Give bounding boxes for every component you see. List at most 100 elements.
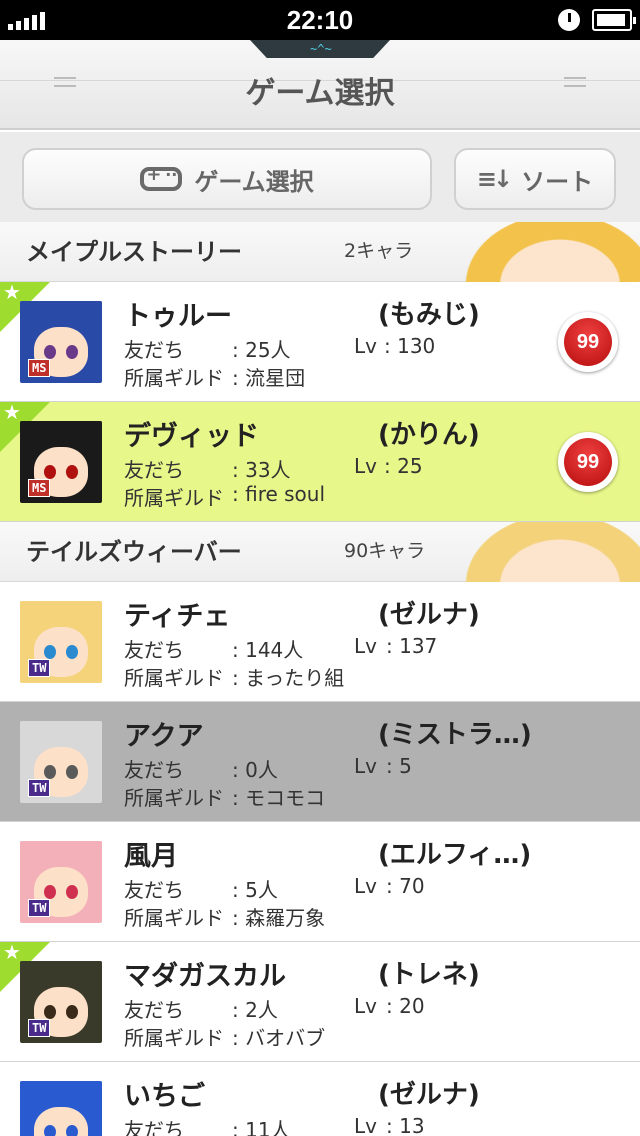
friends-label: 友だち	[124, 338, 184, 362]
guild-label: 所属ギルド	[124, 906, 224, 930]
character-avatar: TW	[20, 601, 102, 683]
character-avatar: MS	[20, 301, 102, 383]
character-row[interactable]: TW ティチェ (ゼルナ) 友だち : 144人 Lv : 137 所属ギルド : まったり組	[0, 582, 640, 702]
friends-value: : 2人	[232, 998, 278, 1022]
level-label: Lv	[354, 334, 377, 358]
sort-icon: ≡↓	[476, 165, 513, 193]
level-value: : 137	[386, 634, 438, 658]
character-row[interactable]: TW 風月 (エルフィ…) 友だち: 5人 Lv: 70 所属ギルド: 森羅万象	[0, 822, 640, 942]
gamepad-icon	[140, 164, 183, 191]
game-badge: TW	[28, 899, 51, 917]
character-avatar: MS	[20, 421, 102, 503]
level-label: Lv	[354, 994, 377, 1018]
character-row[interactable]: TWいちご(ゼルナ)友だち: 11人Lv: 13所属ギルド	[0, 1062, 640, 1136]
game-badge: TW	[28, 659, 51, 677]
section-count: 2キャラ	[344, 240, 414, 262]
guild-value: : モコモコ	[232, 786, 326, 810]
level-label: Lv	[354, 454, 377, 478]
character-row[interactable]: ★ MS デヴィッド (かりん) 友だち: 33人 Lv: 25 所属ギルド: fire s…	[0, 402, 640, 522]
character-name: アクア	[124, 721, 204, 752]
character-name: ティチェ	[124, 601, 231, 632]
level-label: Lv	[354, 874, 377, 898]
guild-value: : 流星団	[232, 366, 306, 390]
guild-value: : 森羅万象	[232, 906, 326, 930]
character-avatar: TW	[20, 841, 102, 923]
level-label: Lv	[354, 634, 377, 658]
character-avatar: TW	[20, 961, 102, 1043]
character-server: (ミストラ…)	[378, 720, 532, 750]
guild-label: 所属ギルド	[124, 486, 224, 510]
section-title: テイルズウィーバー	[26, 538, 242, 566]
character-server: (ゼルナ)	[378, 1080, 480, 1110]
friends-value: : 5人	[232, 878, 278, 902]
level-value: : 5	[386, 754, 412, 778]
guild-label: 所属ギルド	[124, 666, 224, 690]
guild-label: 所属ギルド	[124, 786, 224, 810]
clock-icon	[558, 9, 580, 31]
friends-value: : 144人	[232, 638, 304, 662]
game-badge: MS	[28, 479, 51, 497]
character-server: (かりん)	[378, 420, 480, 450]
character-row[interactable]: ★ TW マダガスカル (トレネ) 友だち: 2人 Lv: 20 所属ギルド: バオバブ	[0, 942, 640, 1062]
friends-value: : 11人	[232, 1118, 291, 1136]
character-row[interactable]: TW アクア (ミストラ…) 友だち : 0人 Lv : 5 所属ギルド : モコモコ	[0, 702, 640, 822]
character-name: トゥルー	[124, 301, 232, 332]
section-character-art	[450, 522, 640, 582]
character-server: (エルフィ…)	[378, 840, 532, 870]
level-label: Lv	[354, 1114, 377, 1136]
level-value: : 25	[384, 454, 423, 478]
notification-badge[interactable]: 99	[558, 312, 618, 372]
nav-header: ~^~ ゲーム選択	[0, 40, 640, 130]
guild-value: : fire soul	[232, 482, 326, 506]
pulse-icon: ~^~	[310, 42, 332, 56]
friends-value: : 25人	[232, 338, 291, 362]
level-label: Lv	[354, 754, 377, 778]
level-value: : 20	[386, 994, 425, 1018]
friends-label: 友だち	[124, 1118, 184, 1136]
friends-label: 友だち	[124, 878, 184, 902]
friends-value: : 0人	[232, 758, 278, 782]
section-count: 90キャラ	[344, 540, 426, 562]
guild-value: : まったり組	[232, 666, 345, 690]
toolbar: ゲーム選択 ≡↓ ソート	[0, 132, 640, 222]
friends-label: 友だち	[124, 458, 184, 482]
section-character-art	[450, 222, 640, 282]
guild-label: 所属ギルド	[124, 366, 224, 390]
level-value: : 130	[384, 334, 436, 358]
character-server: (トレネ)	[378, 960, 480, 990]
character-name: マダガスカル	[124, 961, 286, 992]
character-name: いちご	[124, 1081, 205, 1112]
section-title: メイプルストーリー	[26, 238, 242, 266]
section-header: メイプルストーリー 2キャラ	[0, 222, 640, 282]
game-select-button[interactable]: ゲーム選択	[22, 148, 432, 210]
notification-count: 99	[564, 318, 612, 366]
friends-value: : 33人	[232, 458, 291, 482]
section-header: テイルズウィーバー 90キャラ	[0, 522, 640, 582]
level-value: : 70	[386, 874, 425, 898]
status-time: 22:10	[286, 5, 354, 35]
game-badge: TW	[28, 779, 51, 797]
status-bar: 22:10	[0, 0, 640, 40]
game-badge: TW	[28, 1019, 51, 1037]
character-server: (ゼルナ)	[378, 600, 480, 630]
guild-label: 所属ギルド	[124, 1026, 224, 1050]
sort-button[interactable]: ≡↓ ソート	[454, 148, 616, 210]
character-row[interactable]: ★ MS トゥルー (もみじ) 友だち: 25人 Lv: 130 所属ギルド: 流星団 99	[0, 282, 640, 402]
guild-value: : バオバブ	[232, 1026, 326, 1050]
page-title: ゲーム選択	[245, 76, 395, 111]
character-avatar: TW	[20, 1081, 102, 1136]
notification-badge[interactable]: 99	[558, 432, 618, 492]
battery-icon	[592, 9, 636, 31]
character-list[interactable]: メイプルストーリー 2キャラ ★ MS トゥルー (もみじ) 友だち: 25人 Lv: 130…	[0, 222, 640, 1136]
character-name: デヴィッド	[124, 421, 259, 452]
character-avatar: TW	[20, 721, 102, 803]
friends-label: 友だち	[124, 998, 184, 1022]
sort-label: ソート	[521, 167, 594, 196]
game-select-label: ゲーム選択	[194, 167, 314, 196]
friends-label: 友だち	[124, 638, 184, 662]
game-badge: MS	[28, 359, 51, 377]
level-value: : 13	[386, 1114, 425, 1136]
friends-label: 友だち	[124, 758, 184, 782]
notification-count: 99	[564, 438, 612, 486]
character-server: (もみじ)	[378, 300, 480, 330]
